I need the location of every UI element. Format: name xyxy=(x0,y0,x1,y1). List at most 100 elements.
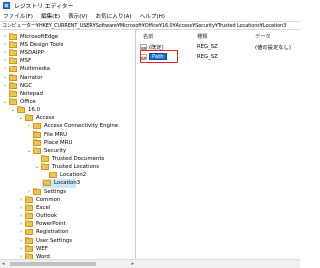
tree-node-label: Multimedia xyxy=(20,66,50,73)
tree-node-label: MSDAIPP xyxy=(20,50,44,57)
registry-tree[interactable]: › MicrosoftEdge › MS Design Tools › MSDAIPP › M… xyxy=(0,30,136,259)
folder-icon xyxy=(49,171,57,179)
folder-icon xyxy=(25,228,33,236)
menu-bar: ファイル(F) 編集(E) 表示(V) お気に入り(A) ヘルプ(H) xyxy=(0,11,300,21)
value-type: REG_SZ xyxy=(197,53,218,60)
value-type: REG_SZ xyxy=(197,43,218,50)
folder-icon xyxy=(9,81,17,89)
folder-icon xyxy=(25,195,33,203)
folder-icon xyxy=(9,73,17,81)
expand-chevron-icon[interactable]: › xyxy=(18,197,24,203)
tree-node-label: NGC xyxy=(20,82,32,89)
menu-edit[interactable]: 編集(E) xyxy=(41,12,60,20)
folder-icon xyxy=(9,89,17,97)
expand-chevron-icon[interactable]: › xyxy=(2,66,8,72)
tree-node-label: Access Connectivity Engine xyxy=(44,123,119,130)
expand-chevron-icon[interactable]: › xyxy=(2,34,8,40)
tree-node-label: MS Design Tools xyxy=(20,41,64,48)
values-list[interactable]: 名前 種類 データ ab (既定) REG_SZ (値の設定なし) ab Pat… xyxy=(137,30,300,259)
folder-icon xyxy=(43,179,51,187)
folder-icon xyxy=(25,220,33,228)
folder-icon xyxy=(9,65,17,73)
folder-icon xyxy=(25,114,33,122)
folder-icon xyxy=(33,138,41,146)
folder-icon xyxy=(33,130,41,138)
column-header-data[interactable]: データ xyxy=(255,33,271,40)
folder-icon xyxy=(9,41,17,48)
tree-node-label: Notepad xyxy=(20,90,43,97)
collapse-chevron-icon[interactable]: ⌄ xyxy=(18,115,24,121)
expand-chevron-icon[interactable]: › xyxy=(26,123,32,129)
scroll-left-icon[interactable]: ◂ xyxy=(2,261,5,267)
tree-node-label: User Settings xyxy=(36,237,73,244)
menu-favorites[interactable]: お気に入り(A) xyxy=(95,12,131,20)
tree-node-label: Narrator xyxy=(20,74,43,81)
column-header-type[interactable]: 種類 xyxy=(197,33,207,40)
window-title: レジストリ エディター xyxy=(14,4,74,10)
title-bar: レジストリ エディター xyxy=(0,0,300,11)
tree-node-label: Settings xyxy=(44,188,67,195)
folder-icon xyxy=(9,49,17,57)
tree-node-label: Outlook xyxy=(36,213,57,220)
folder-icon xyxy=(9,32,17,40)
tree-node-label: File MRU xyxy=(44,131,68,138)
horizontal-scrollbar[interactable]: ◂ ▸ xyxy=(2,261,134,267)
annotation-highlight-box xyxy=(140,50,178,63)
expand-chevron-icon[interactable]: › xyxy=(18,205,24,211)
expand-chevron-icon[interactable]: › xyxy=(2,42,8,48)
expand-chevron-icon[interactable]: › xyxy=(2,58,8,64)
column-header-name[interactable]: 名前 xyxy=(143,33,153,40)
scroll-right-icon[interactable]: ▸ xyxy=(131,261,134,267)
menu-help[interactable]: ヘルプ(H) xyxy=(140,12,165,20)
folder-icon xyxy=(25,236,33,244)
address-bar[interactable]: コンピューター¥HKEY_CURRENT_USER¥Software¥Micro… xyxy=(0,21,300,30)
expand-chevron-icon[interactable]: › xyxy=(2,50,8,56)
collapse-chevron-icon[interactable]: ⌄ xyxy=(34,164,40,170)
tree-node-label: Security xyxy=(44,147,67,154)
tree-node-label: Trusted Documents xyxy=(52,156,105,162)
tree-node-label: 16.0 xyxy=(28,107,41,114)
tree-node-label: MSF xyxy=(20,58,32,65)
address-path[interactable]: コンピューター¥HKEY_CURRENT_USER¥Software¥Micro… xyxy=(2,22,286,29)
menu-file[interactable]: ファイル(F) xyxy=(3,12,33,20)
folder-icon xyxy=(41,163,49,171)
folder-icon xyxy=(33,147,41,154)
column-headers: 名前 種類 データ xyxy=(137,32,300,40)
expand-chevron-icon[interactable]: › xyxy=(18,213,24,219)
tree-node-label: Common xyxy=(36,196,61,203)
expand-chevron-icon[interactable]: › xyxy=(18,238,24,244)
expand-chevron-icon[interactable]: › xyxy=(2,75,8,81)
scrollbar-thumb[interactable] xyxy=(10,262,96,266)
expand-chevron-icon[interactable]: › xyxy=(18,221,24,227)
collapse-chevron-icon[interactable]: ⌄ xyxy=(26,148,32,154)
tree-node-label: Office xyxy=(20,98,36,105)
tree-node-label: WEF xyxy=(36,245,48,252)
collapse-chevron-icon[interactable]: ⌄ xyxy=(2,99,8,105)
string-value-icon: ab xyxy=(140,43,147,50)
value-data: (値の設定なし) xyxy=(255,44,291,51)
expand-chevron-icon[interactable]: › xyxy=(26,189,32,195)
expand-chevron-icon[interactable]: › xyxy=(2,83,8,89)
regedit-icon xyxy=(3,2,10,9)
menu-view[interactable]: 表示(V) xyxy=(68,12,87,20)
folder-icon xyxy=(41,155,49,162)
collapse-chevron-icon[interactable]: ⌄ xyxy=(10,107,16,113)
folder-icon xyxy=(25,212,33,220)
folder-icon xyxy=(33,122,41,130)
tree-node-label: Excel xyxy=(36,204,51,211)
tree-node-label: Place MRU xyxy=(44,139,73,146)
tree-node-label: MicrosoftEdge xyxy=(20,33,59,40)
folder-icon xyxy=(25,244,33,252)
tree-node-label: Location2 xyxy=(60,172,87,179)
expand-chevron-icon[interactable]: › xyxy=(18,246,24,252)
tree-node-word[interactable]: › Word xyxy=(18,252,50,259)
expand-chevron-icon[interactable]: › xyxy=(18,229,24,235)
folder-icon xyxy=(25,204,33,211)
status-bar: ◂ ▸ xyxy=(0,259,300,268)
folder-icon xyxy=(9,57,17,65)
